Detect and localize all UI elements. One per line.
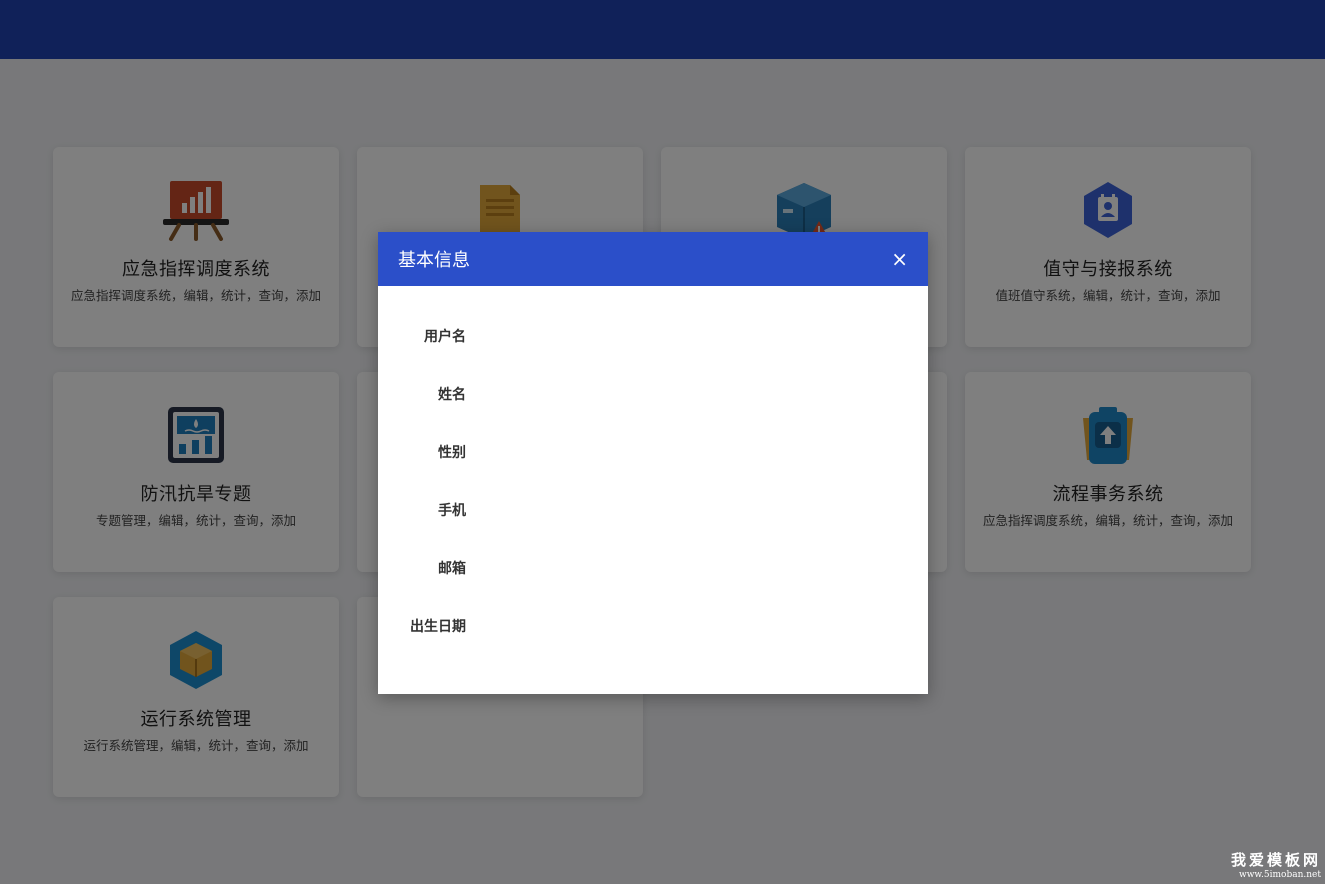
field-label-username: 用户名 <box>424 329 466 345</box>
field-label-birthdate: 出生日期 <box>410 619 466 635</box>
field-label-gender: 性别 <box>438 445 466 461</box>
watermark-logo: 我爱模板网 www.5imoban.net <box>1225 849 1321 880</box>
modal-header: 基本信息 × <box>378 232 928 286</box>
field-label-email: 邮箱 <box>438 561 466 577</box>
watermark-url: www.5imoban.net <box>1239 870 1321 880</box>
close-icon[interactable]: × <box>891 249 908 269</box>
watermark-text: 我爱模板网 <box>1230 851 1321 869</box>
field-label-phone: 手机 <box>438 503 466 519</box>
field-label-name: 姓名 <box>438 387 466 403</box>
modal-title: 基本信息 <box>398 250 470 271</box>
basic-info-modal: 基本信息 × 用户名 姓名 性别 手机 邮箱 出生日期 <box>378 232 928 694</box>
